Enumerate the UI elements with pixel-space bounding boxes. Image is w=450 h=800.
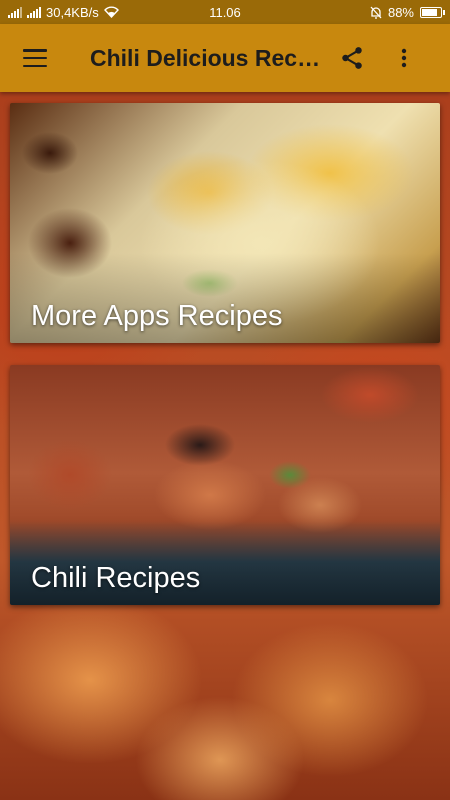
overflow-menu-button[interactable] bbox=[378, 24, 430, 92]
share-icon bbox=[342, 47, 362, 69]
more-apps-recipes-card[interactable]: More Apps Recipes bbox=[10, 103, 440, 343]
chili-recipes-card[interactable]: Chili Recipes bbox=[10, 365, 440, 605]
share-button[interactable] bbox=[326, 24, 378, 92]
card-label: More Apps Recipes bbox=[31, 300, 283, 332]
status-time: 11.06 bbox=[209, 4, 241, 20]
notifications-off-icon bbox=[370, 6, 382, 19]
status-left: 30,4KB/s bbox=[8, 5, 178, 20]
network-speed: 30,4KB/s bbox=[46, 4, 99, 20]
status-bar: 30,4KB/s 11.06 88% bbox=[0, 0, 450, 24]
wifi-icon bbox=[103, 6, 119, 18]
battery-level-fill bbox=[422, 8, 437, 16]
navigation-menu-button[interactable] bbox=[0, 24, 70, 92]
more-vert-icon bbox=[401, 48, 407, 68]
battery-percent: 88% bbox=[387, 4, 414, 20]
battery-icon bbox=[420, 6, 445, 18]
status-right: 88% bbox=[272, 4, 445, 20]
hamburger-menu-icon bbox=[23, 49, 47, 67]
card-label: Chili Recipes bbox=[31, 562, 201, 594]
app-bar: Chili Delicious Recipes bbox=[0, 24, 450, 92]
signal-strength-icon bbox=[8, 6, 22, 18]
app-title: Chili Delicious Recipes bbox=[90, 44, 326, 71]
app-screen: 30,4KB/s 11.06 88% Chili Delicious Recip… bbox=[0, 0, 450, 800]
signal-strength-2-icon bbox=[27, 6, 41, 18]
